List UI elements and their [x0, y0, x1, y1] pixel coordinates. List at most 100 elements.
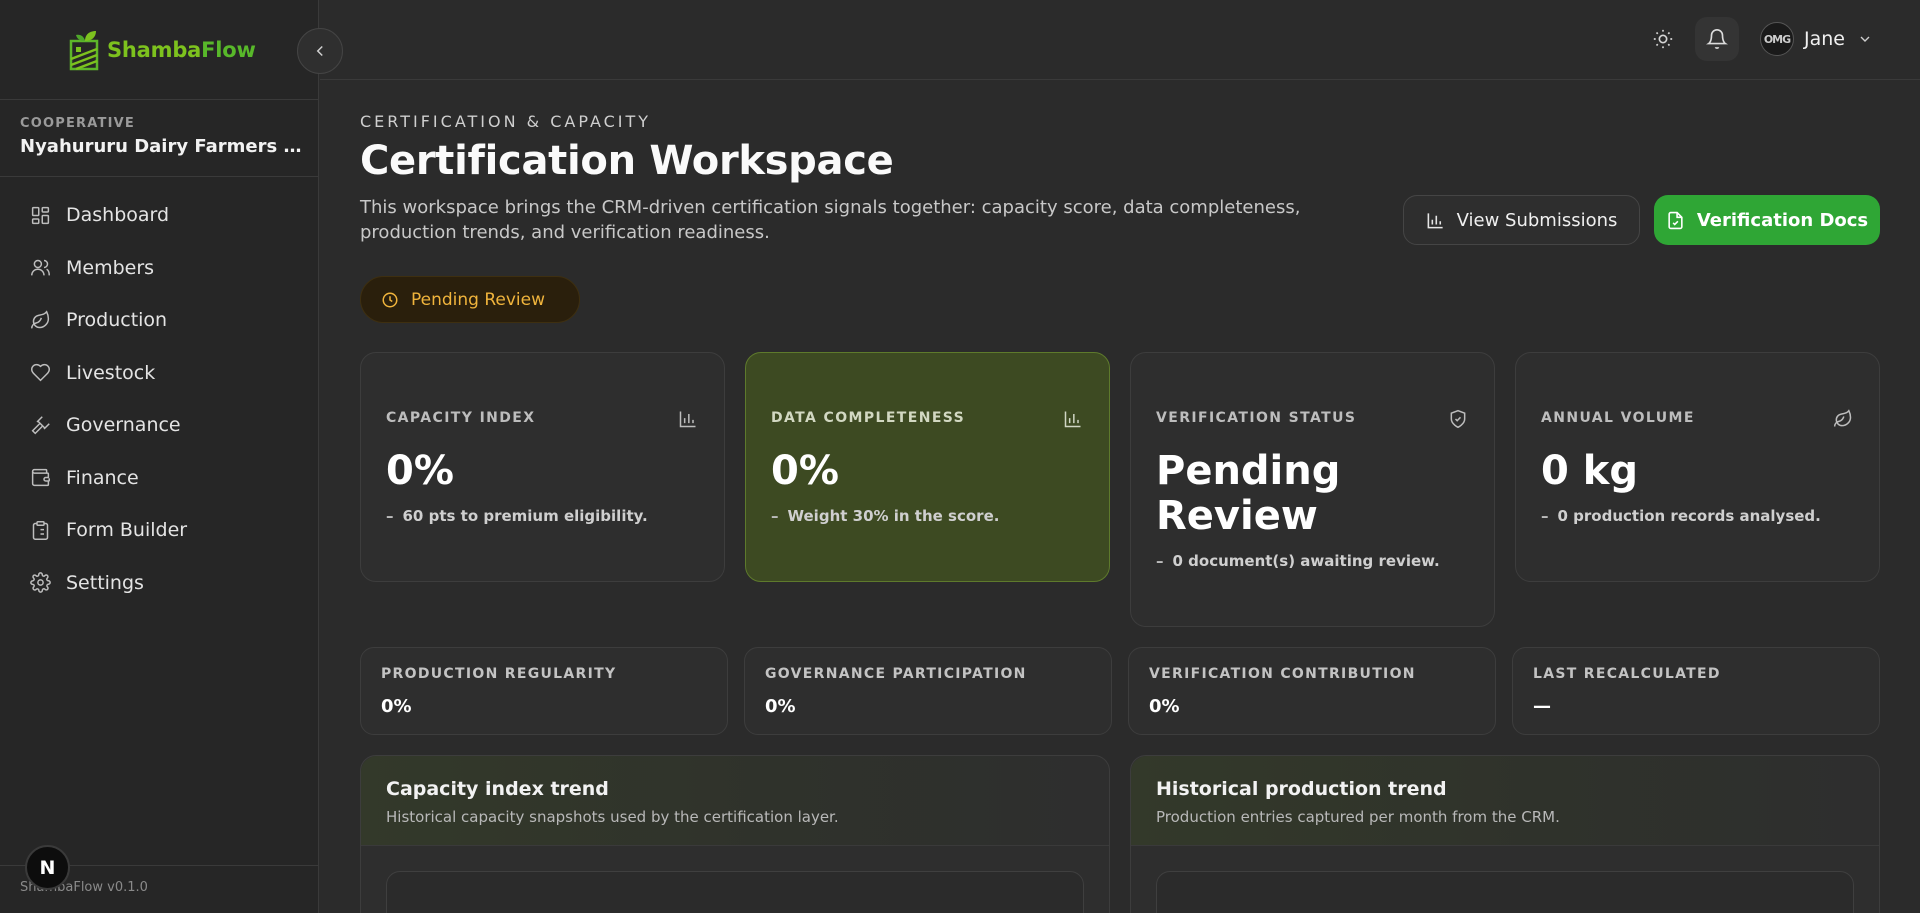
- metric-value: 0%: [765, 696, 796, 717]
- metric-value: 0%: [1149, 696, 1180, 717]
- verification-docs-label: Verification Docs: [1696, 209, 1869, 231]
- metric-value: 0%: [381, 696, 412, 717]
- sidebar-item-livestock[interactable]: Livestock: [0, 347, 318, 400]
- stat-card-capacity-index: CAPACITY INDEX 0% –60 pts to premium eli…: [360, 352, 725, 582]
- metric-production-regularity: PRODUCTION REGULARITY 0%: [360, 647, 728, 735]
- stat-label: CAPACITY INDEX: [386, 410, 536, 426]
- metric-value: —: [1533, 696, 1551, 717]
- stat-value: 0%: [386, 448, 454, 494]
- page-description: This workspace brings the CRM-driven cer…: [360, 197, 1301, 243]
- wallet-icon: [31, 469, 50, 487]
- metric-label: PRODUCTION REGULARITY: [381, 666, 617, 682]
- bar-chart-icon: [1427, 212, 1443, 228]
- file-check-icon: [1668, 211, 1683, 229]
- status-badge-label: Pending Review: [411, 289, 546, 310]
- sidebar-nav: Dashboard Members Production Livestock G…: [0, 177, 318, 609]
- stat-subtext: –60 pts to premium eligibility.: [386, 507, 648, 525]
- page-title: Certification Workspace: [360, 138, 894, 184]
- sidebar-item-members[interactable]: Members: [0, 242, 318, 295]
- sidebar-item-label: Finance: [66, 466, 139, 489]
- panel-header: [361, 756, 1109, 846]
- panel-subtitle: Production entries captured per month fr…: [1156, 808, 1560, 826]
- dashboard-icon: [31, 206, 50, 224]
- stat-subtext-text: 0 document(s) awaiting review.: [1172, 552, 1440, 570]
- stat-subtext: – Weight 30% in the score.: [771, 507, 1000, 525]
- app-root: ShambaFlow COOPERATIVE Nyahururu Dairy F…: [0, 0, 1920, 913]
- sidebar-item-settings[interactable]: Settings: [0, 557, 318, 610]
- notifications-button[interactable]: [1695, 17, 1739, 61]
- status-badge: Pending Review: [360, 276, 580, 323]
- gavel-icon: [31, 415, 50, 435]
- sidebar-item-label: Members: [66, 256, 155, 279]
- stat-card-verification-status: VERIFICATION STATUS Pending Review –0 do…: [1130, 352, 1495, 627]
- chart-area: [386, 871, 1084, 913]
- heart-icon: [31, 364, 50, 382]
- chevron-left-icon: [316, 45, 323, 57]
- sidebar-item-governance[interactable]: Governance: [0, 399, 318, 452]
- dev-badge[interactable]: N: [25, 845, 70, 890]
- stat-value-line: Review: [1156, 493, 1318, 539]
- capacity-index-trend-panel: Capacity index trend Historical capacity…: [360, 755, 1110, 913]
- gear-icon: [30, 572, 51, 594]
- stat-label: VERIFICATION STATUS: [1156, 410, 1357, 426]
- sidebar-item-label: Dashboard: [66, 204, 170, 227]
- verification-docs-button[interactable]: Verification Docs: [1654, 195, 1880, 245]
- sidebar-item-label: Settings: [66, 571, 144, 594]
- cooperative-name: Nyahururu Dairy Farmers C...: [20, 136, 305, 157]
- stat-subtext-text: Weight 30% in the score.: [787, 507, 1000, 525]
- production-trend-panel: Historical production trend Production e…: [1130, 755, 1880, 913]
- shield-check-icon: [1450, 409, 1466, 429]
- stat-card-data-completeness: DATA COMPLETENESS 0% – Weight 30% in the …: [745, 352, 1110, 582]
- page-eyebrow: CERTIFICATION & CAPACITY: [360, 112, 652, 131]
- stat-value: 0 kg: [1541, 448, 1638, 494]
- clock-icon: [382, 292, 398, 307]
- user-name: Jane: [1804, 28, 1845, 50]
- stat-card-annual-volume: ANNUAL VOLUME 0 kg –0 production records…: [1515, 352, 1880, 582]
- theme-toggle-sun-icon[interactable]: [1652, 28, 1674, 50]
- collapse-sidebar-button[interactable]: [297, 28, 343, 74]
- panel-title: Capacity index trend: [386, 778, 609, 800]
- sidebar-item-label: Governance: [66, 414, 181, 437]
- bar-chart-icon: [679, 411, 696, 428]
- shambaflow-logo-icon: [69, 30, 99, 70]
- stat-label: ANNUAL VOLUME: [1541, 410, 1695, 426]
- metric-label: LAST RECALCULATED: [1533, 666, 1721, 682]
- metric-governance-participation: GOVERNANCE PARTICIPATION 0%: [744, 647, 1112, 735]
- chart-area: [1156, 871, 1854, 913]
- sidebar-item-form-builder[interactable]: Form Builder: [0, 504, 318, 557]
- sidebar-item-label: Livestock: [66, 361, 156, 384]
- bell-icon: [1706, 29, 1728, 50]
- sidebar-item-production[interactable]: Production: [0, 294, 318, 347]
- leaf-icon: [31, 310, 50, 329]
- view-submissions-button[interactable]: View Submissions: [1403, 195, 1640, 245]
- stat-label: DATA COMPLETENESS: [771, 410, 966, 426]
- topbar: OMG Jane: [320, 0, 1920, 80]
- stat-value-line: Pending: [1156, 448, 1341, 494]
- sidebar-item-finance[interactable]: Finance: [0, 452, 318, 505]
- stat-subtext: –0 document(s) awaiting review.: [1156, 552, 1440, 570]
- stat-subtext: –0 production records analysed.: [1541, 507, 1821, 525]
- cooperative-selector[interactable]: COOPERATIVE Nyahururu Dairy Farmers C...: [0, 100, 318, 177]
- user-menu[interactable]: OMG Jane: [1760, 22, 1873, 56]
- cooperative-label: COOPERATIVE: [20, 116, 135, 131]
- panel-subtitle: Historical capacity snapshots used by th…: [386, 808, 839, 826]
- view-submissions-label: View Submissions: [1456, 209, 1618, 231]
- stat-subtext-text: 60 pts to premium eligibility.: [402, 507, 648, 525]
- metric-label: GOVERNANCE PARTICIPATION: [765, 666, 1027, 682]
- brand[interactable]: ShambaFlow: [0, 0, 318, 100]
- stat-value: Pending Review: [1156, 449, 1340, 539]
- bar-chart-icon: [1064, 411, 1081, 428]
- brand-name-part1: Shamba: [107, 37, 202, 62]
- chevron-down-icon: [1860, 36, 1870, 42]
- panel-title: Historical production trend: [1156, 778, 1447, 800]
- sidebar-item-dashboard[interactable]: Dashboard: [0, 189, 318, 242]
- brand-name: ShambaFlow: [107, 38, 256, 62]
- stat-subtext-text: 0 production records analysed.: [1557, 507, 1821, 525]
- panel-header: [1131, 756, 1879, 846]
- metric-verification-contribution: VERIFICATION CONTRIBUTION 0%: [1128, 647, 1496, 735]
- brand-name-part2: Flow: [201, 37, 256, 62]
- clipboard-icon: [32, 520, 49, 540]
- stat-value: 0%: [771, 448, 839, 494]
- sidebar: ShambaFlow COOPERATIVE Nyahururu Dairy F…: [0, 0, 319, 913]
- metric-label: VERIFICATION CONTRIBUTION: [1149, 666, 1416, 682]
